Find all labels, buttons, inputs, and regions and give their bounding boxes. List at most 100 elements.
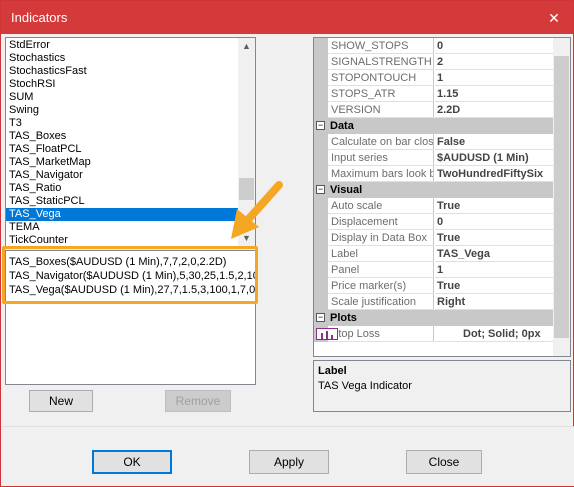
list-item[interactable]: TAS_Navigator [6, 169, 255, 182]
list-item[interactable]: TAS_StaticPCL [6, 195, 255, 208]
property-row[interactable]: Displacement 0 [314, 214, 554, 230]
row-gutter [314, 70, 328, 86]
applied-indicator-item[interactable]: TAS_Navigator($AUDUSD (1 Min),5,30,25,1.… [6, 269, 255, 283]
row-gutter [314, 246, 328, 262]
title-bar: Indicators ✕ [1, 1, 573, 34]
row-gutter [314, 150, 328, 166]
scroll-thumb[interactable] [554, 56, 569, 338]
button-bar: OK Apply Close [2, 426, 574, 486]
category-label: Plots [330, 312, 357, 324]
property-value[interactable]: TAS_Vega [435, 246, 554, 262]
category-plots[interactable]: − Plots [314, 310, 554, 326]
property-value[interactable]: 2 [435, 54, 554, 70]
property-name: Panel [328, 262, 434, 278]
ok-button[interactable]: OK [92, 450, 172, 474]
property-value[interactable]: 1 [435, 70, 554, 86]
property-name: VERSION [328, 102, 434, 118]
list-item[interactable]: T3 [6, 117, 255, 130]
property-value[interactable]: $AUDUSD (1 Min) [435, 150, 554, 166]
property-value[interactable]: TwoHundredFiftySix [435, 166, 554, 182]
row-gutter [314, 38, 328, 54]
property-name: Display in Data Box [328, 230, 434, 246]
remove-button[interactable]: Remove [165, 390, 231, 412]
row-gutter [314, 166, 328, 182]
list-item[interactable]: Stochastics [6, 52, 255, 65]
property-row[interactable]: +Stop LossDot; Solid; 0px [314, 326, 554, 342]
scroll-up-icon[interactable]: ▲ [238, 38, 255, 55]
property-value[interactable]: 0 [435, 38, 554, 54]
applied-indicator-item[interactable]: TAS_Boxes($AUDUSD (1 Min),7,7,2,0,2.2D) [6, 255, 255, 269]
collapse-icon[interactable]: − [316, 185, 325, 194]
property-value[interactable]: False [435, 134, 554, 150]
property-name: STOPONTOUCH [328, 70, 434, 86]
close-button[interactable]: Close [406, 450, 482, 474]
row-gutter [314, 134, 328, 150]
property-value[interactable]: True [435, 198, 554, 214]
list-item[interactable]: TAS_Ratio [6, 182, 255, 195]
list-item[interactable]: SUM [6, 91, 255, 104]
property-value[interactable]: True [435, 230, 554, 246]
property-grid[interactable]: SHOW_STOPS 0 SIGNALSTRENGTH 2 STOPONTOUCH 1 ST… [313, 37, 571, 357]
property-row[interactable]: VERSION 2.2D [314, 102, 554, 118]
list-item[interactable]: TEMA [6, 221, 255, 234]
collapse-icon[interactable]: − [316, 313, 325, 322]
property-row[interactable]: Price marker(s) True [314, 278, 554, 294]
list-item[interactable]: TickCounter [6, 234, 255, 247]
property-name: Auto scale [328, 198, 434, 214]
property-row[interactable]: Scale justification Right [314, 294, 554, 310]
collapse-icon[interactable]: − [316, 121, 325, 130]
property-value[interactable]: 1 [435, 262, 554, 278]
property-row[interactable]: Input series $AUDUSD (1 Min) [314, 150, 554, 166]
description-text: TAS Vega Indicator [318, 380, 412, 392]
property-value[interactable]: 1.15 [435, 86, 554, 102]
applied-indicator-item[interactable]: TAS_Vega($AUDUSD (1 Min),27,7,1.5,3,100,… [6, 283, 255, 297]
property-value[interactable]: Right [435, 294, 554, 310]
plot-style-icon [316, 328, 338, 340]
property-row[interactable]: Panel 1 [314, 262, 554, 278]
property-row[interactable]: SIGNALSTRENGTH 2 [314, 54, 554, 70]
property-row[interactable]: SHOW_STOPS 0 [314, 38, 554, 54]
list-item[interactable]: StochasticsFast [6, 65, 255, 78]
description-label: Label [318, 365, 347, 377]
indicators-dialog: Indicators ✕ StdError Stochastics Stochast… [0, 0, 574, 487]
row-gutter [314, 214, 328, 230]
property-row[interactable]: Label TAS_Vega [314, 246, 554, 262]
row-gutter [314, 198, 328, 214]
list-item[interactable]: TAS_Vega [6, 208, 255, 221]
property-row[interactable]: STOPS_ATR 1.15 [314, 86, 554, 102]
property-name: Calculate on bar clos [328, 134, 434, 150]
property-name: STOPS_ATR [328, 86, 434, 102]
property-row[interactable]: Auto scale True [314, 198, 554, 214]
property-name: SIGNALSTRENGTH [328, 54, 434, 70]
window-title: Indicators [11, 10, 68, 25]
list-item[interactable]: StochRSI [6, 78, 255, 91]
property-value[interactable]: 2.2D [435, 102, 554, 118]
property-row[interactable]: Calculate on bar clos False [314, 134, 554, 150]
close-icon[interactable]: ✕ [541, 5, 567, 31]
category-visual[interactable]: − Visual [314, 182, 554, 198]
property-row[interactable]: STOPONTOUCH 1 [314, 70, 554, 86]
indicator-list[interactable]: StdError Stochastics StochasticsFast StochR… [5, 37, 256, 248]
property-name: Maximum bars look b [328, 166, 434, 182]
row-gutter [314, 230, 328, 246]
property-name: Price marker(s) [328, 278, 434, 294]
property-value[interactable]: True [435, 278, 554, 294]
list-item[interactable]: Swing [6, 104, 255, 117]
list-item[interactable]: TAS_MarketMap [6, 156, 255, 169]
list-item[interactable]: StdError [6, 39, 255, 52]
description-panel: Label TAS Vega Indicator [313, 360, 571, 412]
property-name: Input series [328, 150, 434, 166]
property-row[interactable]: Display in Data Box True [314, 230, 554, 246]
category-data[interactable]: − Data [314, 118, 554, 134]
property-row[interactable]: Maximum bars look b TwoHundredFiftySix [314, 166, 554, 182]
applied-indicators-list[interactable]: TAS_Boxes($AUDUSD (1 Min),7,7,2,0,2.2D) T… [5, 250, 256, 385]
property-value[interactable]: Dot; Solid; 0px [435, 326, 554, 342]
list-item[interactable]: TAS_FloatPCL [6, 143, 255, 156]
property-name: Scale justification [328, 294, 434, 310]
property-value[interactable]: 0 [435, 214, 554, 230]
property-name: Displacement [328, 214, 434, 230]
new-button[interactable]: New [29, 390, 93, 412]
property-grid-scrollbar[interactable] [553, 38, 570, 356]
list-item[interactable]: TAS_Boxes [6, 130, 255, 143]
apply-button[interactable]: Apply [249, 450, 329, 474]
